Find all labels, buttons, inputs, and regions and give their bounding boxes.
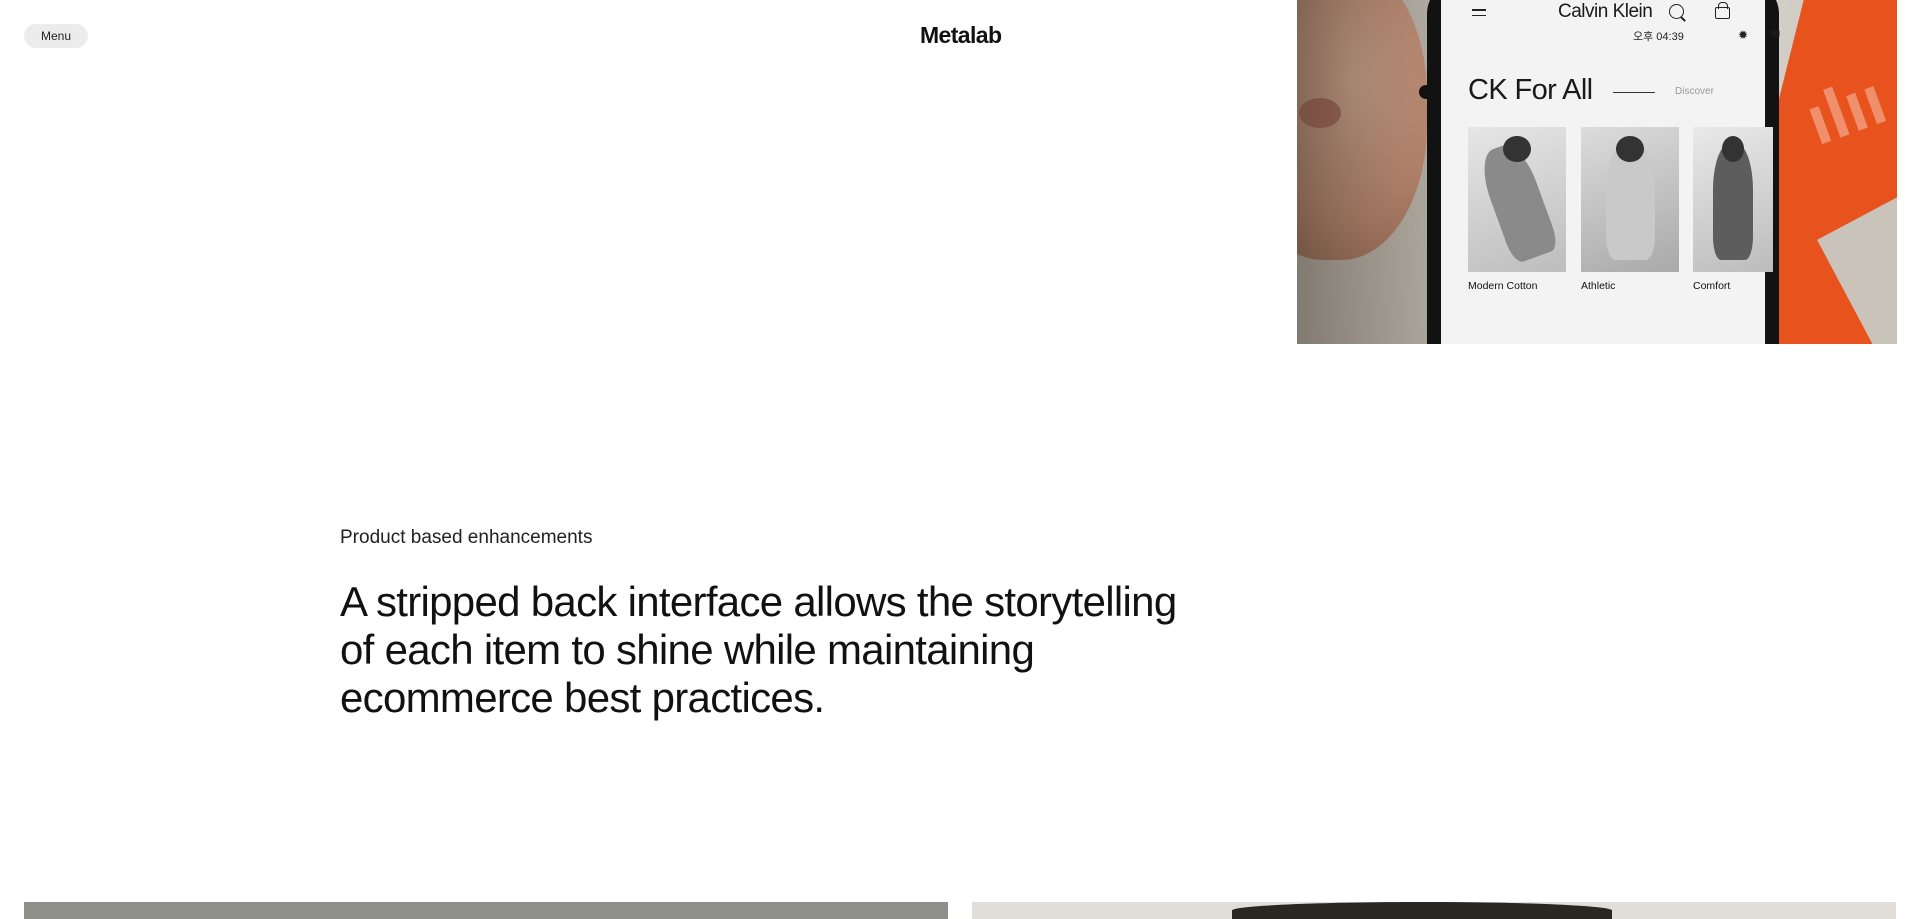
gallery-image-right	[972, 902, 1896, 919]
title-divider	[1613, 92, 1655, 93]
phone-screen: Calvin Klein CK For All Discover Modern …	[1441, 0, 1773, 344]
product-caption: Comfort	[1693, 280, 1731, 292]
section-headline: A stripped back interface allows the sto…	[340, 578, 1177, 721]
product-card-image	[1581, 127, 1679, 272]
section-eyebrow: Product based enhancements	[340, 527, 593, 548]
hero-image: ılıı Calvin Klein CK For All Discover Mo…	[1297, 0, 1897, 344]
bag-icon	[1715, 2, 1730, 19]
screen-brand-logo: Calvin Klein	[1558, 1, 1653, 22]
brand-logo[interactable]: Metalab	[920, 22, 1002, 49]
status-time: 오후 04:39	[1633, 31, 1684, 43]
collection-title: CK For All	[1468, 74, 1593, 106]
product-card-image	[1468, 127, 1566, 272]
gallery-image-left	[24, 902, 948, 919]
menu-button[interactable]: Menu	[24, 24, 89, 48]
discover-link: Discover	[1675, 86, 1714, 97]
image-shadow	[1297, 0, 1432, 344]
product-caption: Athletic	[1581, 280, 1616, 292]
phone-side-dot	[1419, 85, 1433, 99]
search-icon	[1669, 4, 1684, 19]
mail-icon: ✉	[1770, 27, 1781, 41]
brightness-icon: ✹	[1738, 28, 1749, 42]
product-card-image	[1693, 127, 1773, 272]
product-caption: Modern Cotton	[1468, 280, 1538, 292]
phone-mockup: Calvin Klein CK For All Discover Modern …	[1419, 0, 1779, 344]
hamburger-icon	[1472, 9, 1486, 20]
